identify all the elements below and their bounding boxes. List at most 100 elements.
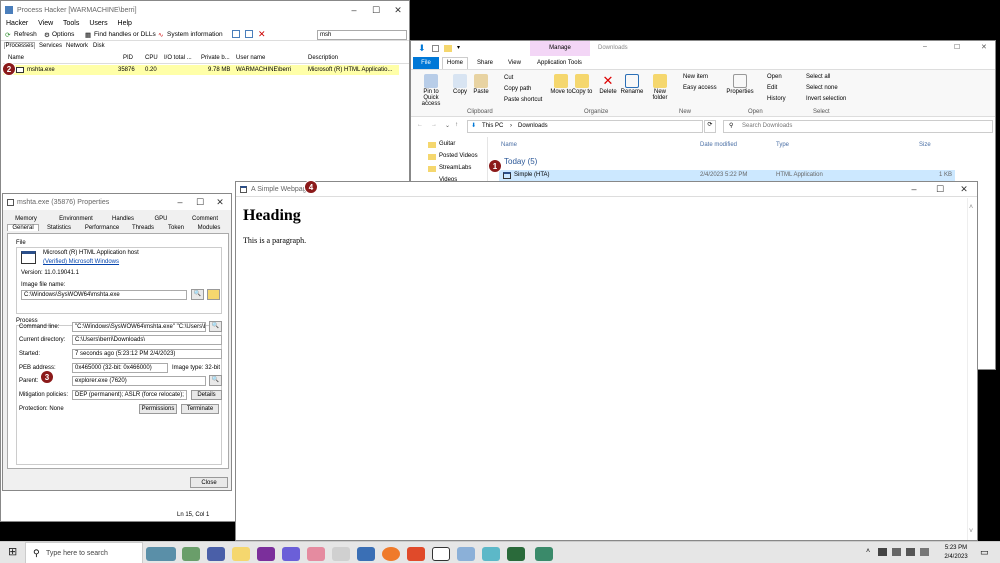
manage-context-tab[interactable]: Manage [530, 41, 590, 56]
tab-view[interactable]: View [508, 60, 521, 66]
col-private[interactable]: Private b... [201, 55, 230, 61]
tab-environment[interactable]: Environment [53, 216, 99, 222]
minimize-button[interactable]: – [903, 182, 925, 197]
menu-tools[interactable]: Tools [63, 20, 79, 27]
up-icon[interactable]: ↑ [455, 122, 458, 128]
new-item-button[interactable]: New item [683, 74, 708, 80]
tab-handles[interactable]: Handles [107, 216, 139, 222]
path-downloads[interactable]: Downloads [518, 123, 548, 129]
menu-help[interactable]: Help [118, 20, 132, 27]
app-icon-terminal[interactable] [457, 547, 475, 561]
app-icon-orange[interactable] [382, 547, 400, 561]
photos-icon[interactable] [307, 547, 325, 561]
chevron-up-icon[interactable]: ˄ [969, 204, 973, 211]
group-header-today[interactable]: Today (5) [504, 157, 537, 166]
brave-icon[interactable] [407, 547, 425, 561]
table-row[interactable]: mshta.exe 35876 0.20 9.78 MB WARMACHINE\… [3, 65, 399, 75]
refresh-button[interactable]: Refresh [14, 31, 37, 38]
tab-performance[interactable]: Performance [82, 225, 122, 231]
folder-icon[interactable] [207, 289, 220, 300]
history-button[interactable]: History [767, 96, 786, 102]
col-name[interactable]: Name [8, 55, 24, 61]
scrollbar[interactable]: ˄ ˅ [967, 198, 977, 540]
copy-path-button[interactable]: Copy path [504, 86, 531, 92]
chevron-down-icon[interactable]: ⌄ [445, 122, 450, 129]
properties-icon[interactable] [432, 45, 439, 52]
peb-field[interactable]: 0x465000 (32-bit: 0x466000) [72, 363, 168, 373]
tray-icon-2[interactable] [892, 548, 901, 556]
task-view-icon[interactable] [146, 547, 176, 561]
invert-selection-button[interactable]: Invert selection [806, 96, 846, 102]
app-icon-people[interactable] [207, 547, 225, 561]
select-none-button[interactable]: Select none [806, 85, 838, 91]
address-bar[interactable]: ⬇ This PC › Downloads [467, 120, 703, 133]
copy-to-button[interactable]: Copy to [569, 74, 595, 95]
tab-application-tools[interactable]: Application Tools [537, 60, 582, 66]
tab-comment[interactable]: Comment [187, 216, 223, 222]
tab-home[interactable]: Home [442, 57, 468, 69]
power-automate-icon[interactable] [282, 547, 300, 561]
verified-link[interactable]: (Verified) Microsoft Windows [43, 259, 119, 265]
close-button[interactable]: ✕ [981, 43, 987, 51]
col-pid[interactable]: PID [123, 55, 133, 61]
app-icon-maps[interactable] [182, 547, 200, 561]
col-cpu[interactable]: CPU [145, 55, 158, 61]
tab-modules[interactable]: Modules [193, 225, 225, 231]
col-type[interactable]: Type [776, 142, 789, 148]
process-hacker-taskbar-icon[interactable] [535, 547, 553, 561]
options-button[interactable]: Options [52, 31, 74, 38]
pin-quick-access-button[interactable]: Pin to Quick access [415, 74, 447, 107]
search-input[interactable]: msh [317, 30, 407, 40]
slack-icon[interactable] [332, 547, 350, 561]
delete-button[interactable]: ✕ Delete [595, 74, 621, 96]
search-icon[interactable]: 🔍 [191, 289, 204, 300]
menu-users[interactable]: Users [89, 20, 107, 27]
maximize-button[interactable]: ☐ [189, 194, 211, 210]
menu-hacker[interactable]: Hacker [6, 20, 28, 27]
tab-network[interactable]: Network [66, 43, 88, 49]
system-info-button[interactable]: System information [167, 31, 223, 38]
col-io[interactable]: I/O total ... [164, 55, 192, 61]
details-button[interactable]: Details [191, 390, 222, 400]
search-icon[interactable]: 🔍 [209, 375, 222, 386]
quick-access-down-icon[interactable]: ⬇ [418, 43, 426, 54]
minimize-button[interactable]: – [923, 43, 927, 50]
tab-file[interactable]: File [413, 57, 439, 69]
nav-item-posted-videos[interactable]: Posted Videos [439, 153, 478, 159]
back-icon[interactable]: ← [417, 122, 423, 128]
close-button[interactable]: ✕ [209, 194, 231, 210]
tab-statistics[interactable]: Statistics [43, 225, 75, 231]
col-date-modified[interactable]: Date modified [700, 142, 737, 148]
cut-button[interactable]: Cut [504, 75, 513, 81]
tab-memory[interactable]: Memory [9, 216, 43, 222]
notifications-icon[interactable]: ▭ [980, 547, 989, 558]
refresh-icon[interactable]: ⟳ [704, 120, 716, 133]
parent-field[interactable]: explorer.exe (7620) [72, 376, 206, 386]
cwd-field[interactable]: C:\Users\berri\Downloads\ [72, 335, 222, 345]
maximize-button[interactable]: ☐ [365, 1, 387, 19]
col-size[interactable]: Size [919, 142, 931, 148]
new-folder-button[interactable]: New folder [647, 74, 673, 101]
minimize-button[interactable]: – [343, 1, 365, 19]
virtualbox-icon[interactable] [357, 547, 375, 561]
notion-icon[interactable] [432, 547, 450, 561]
permissions-button[interactable]: Permissions [139, 404, 177, 414]
search-box[interactable]: ⚲ Search Downloads [723, 120, 993, 133]
col-description[interactable]: Description [308, 55, 338, 61]
close-dialog-button[interactable]: Close [190, 477, 228, 488]
tray-icon-1[interactable] [878, 548, 887, 556]
started-field[interactable]: 7 seconds ago (5:23:12 PM 2/4/2023) [72, 349, 222, 359]
minimize-button[interactable]: – [169, 194, 191, 210]
paste-shortcut-button[interactable]: Paste shortcut [504, 97, 542, 103]
window-icon[interactable] [232, 30, 240, 38]
tab-share[interactable]: Share [477, 60, 493, 66]
maximize-button[interactable]: ☐ [954, 43, 960, 51]
app-icon-cyan[interactable] [482, 547, 500, 561]
onenote-icon[interactable] [257, 547, 275, 561]
col-name[interactable]: Name [501, 142, 517, 148]
clock-time[interactable]: 5:23 PM [943, 545, 969, 551]
app-icon-green[interactable] [507, 547, 525, 561]
nav-item-streamlabs[interactable]: StreamLabs [439, 165, 471, 171]
tab-disk[interactable]: Disk [93, 43, 105, 49]
find-handles-button[interactable]: Find handles or DLLs [94, 31, 156, 38]
